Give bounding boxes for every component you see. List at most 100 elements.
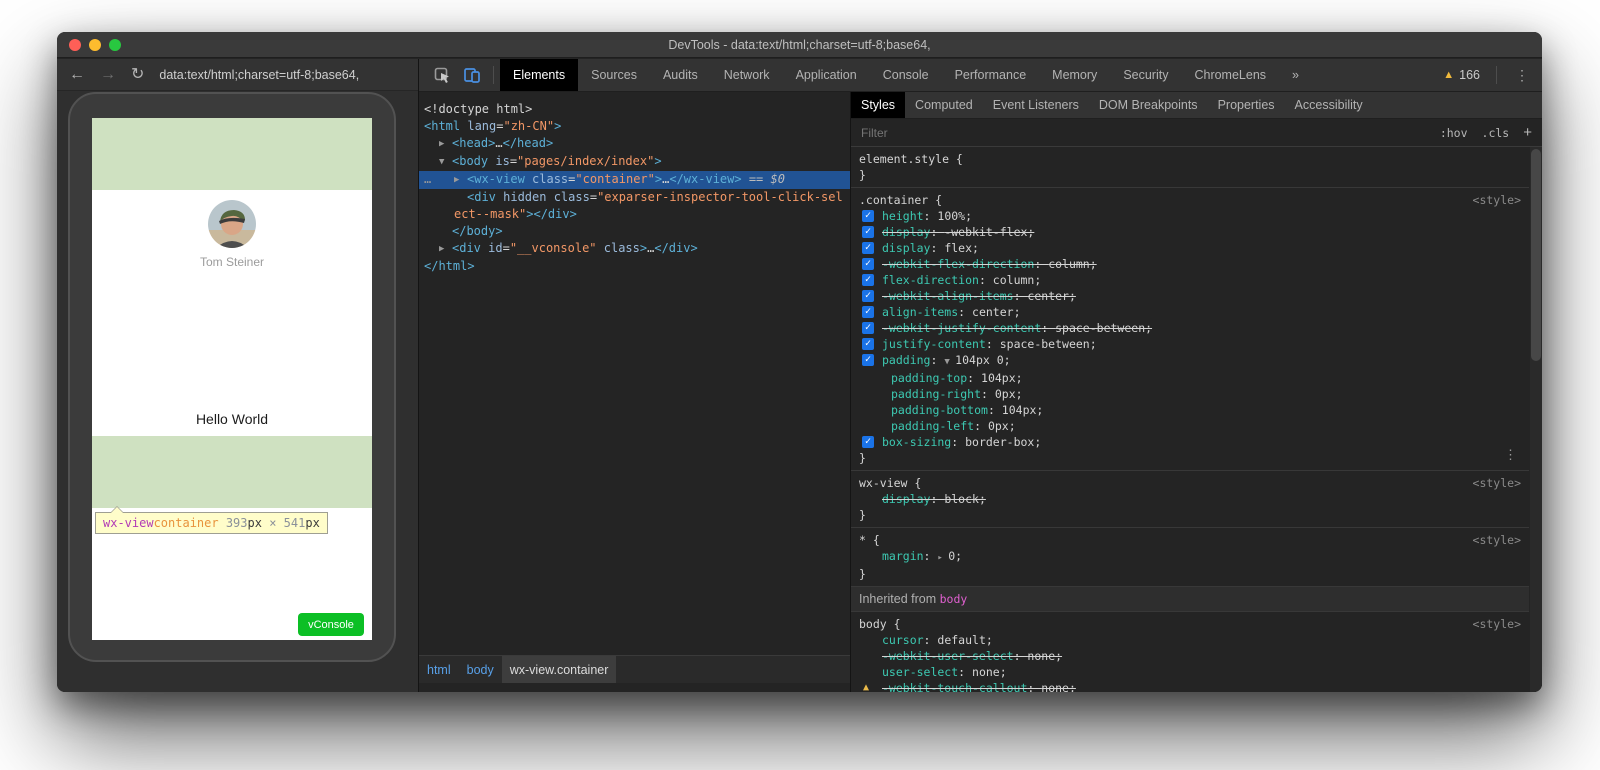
dom-row[interactable]: </html> [419,258,850,275]
tab-security[interactable]: Security [1110,59,1181,91]
css-property[interactable]: -webkit-user-select: none; [859,648,1521,664]
breadcrumb-wx-view-container[interactable]: wx-view.container [502,656,617,683]
expand-arrow-icon[interactable]: ▶ [454,172,467,189]
rule-close-brace: } [859,167,1521,183]
dom-row[interactable]: </body> [419,223,850,240]
warnings-badge[interactable]: ▲ 166 [1433,59,1490,91]
stylesheet-origin-link[interactable]: <style> [1473,616,1521,632]
shorthand-arrow-icon[interactable]: ▸ [937,553,948,563]
tab-[interactable]: » [1279,59,1312,91]
expand-arrow-icon[interactable]: ▶ [439,136,452,153]
scrollbar-thumb[interactable] [1531,149,1541,361]
new-style-rule-button[interactable]: + [1523,124,1532,141]
css-property[interactable]: ✓-webkit-align-items: center; [859,288,1521,304]
dom-row[interactable]: ▶<div id="__vconsole" class>…</div> [419,240,850,258]
dom-row[interactable]: <div hidden class="exparser-inspector-to… [419,189,850,223]
dom-row[interactable]: ▼<body is="pages/index/index"> [419,153,850,171]
sidebar-tab-dom-breakpoints[interactable]: DOM Breakpoints [1089,92,1208,118]
css-property[interactable]: padding-top: 104px; [859,370,1521,386]
tab-chromelens[interactable]: ChromeLens [1181,59,1279,91]
tab-audits[interactable]: Audits [650,59,711,91]
sidebar-tab-accessibility[interactable]: Accessibility [1285,92,1373,118]
devtools-menu-icon[interactable]: ⋮ [1503,59,1542,91]
stylesheet-origin-link[interactable]: <style> [1473,532,1521,548]
dom-row[interactable]: …▶<wx-view class="container">…</wx-view>… [419,171,850,189]
vconsole-button[interactable]: vConsole [298,613,364,636]
property-checkbox[interactable]: ✓ [862,274,874,286]
minimize-button[interactable] [89,39,101,51]
css-property[interactable]: user-select: none; [859,664,1521,680]
css-property[interactable]: ▲-webkit-touch-callout: none; [859,680,1521,692]
dom-row[interactable]: <!doctype html> [419,101,850,118]
css-property[interactable]: ✓display: flex; [859,240,1521,256]
tab-performance[interactable]: Performance [942,59,1040,91]
reload-icon[interactable]: ↻ [131,67,144,83]
rule-selector[interactable]: body { [859,617,901,631]
device-screen[interactable]: Tom Steiner Hello World wx-viewcontainer… [92,118,372,640]
css-property[interactable]: ✓-webkit-justify-content: space-between; [859,320,1521,336]
url-bar[interactable]: data:text/html;charset=utf-8;base64, [159,68,359,82]
property-checkbox[interactable]: ✓ [862,226,874,238]
expand-arrow-icon[interactable]: ▶ [439,241,452,258]
stylesheet-origin-link[interactable]: <style> [1473,192,1521,208]
tab-elements[interactable]: Elements [500,59,578,91]
sidebar-tab-computed[interactable]: Computed [905,92,983,118]
property-name: display [882,241,930,255]
rule-selector[interactable]: element.style { [859,152,963,166]
property-checkbox[interactable]: ✓ [862,436,874,448]
css-property[interactable]: padding-right: 0px; [859,386,1521,402]
css-property[interactable]: ✓flex-direction: column; [859,272,1521,288]
styles-filter-input[interactable]: Filter [861,126,1426,140]
css-property[interactable]: padding-left: 0px; [859,418,1521,434]
sidebar-tab-properties[interactable]: Properties [1208,92,1285,118]
dom-row[interactable]: <html lang="zh-CN"> [419,118,850,135]
tab-memory[interactable]: Memory [1039,59,1110,91]
forward-arrow-icon[interactable]: → [100,67,116,83]
close-button[interactable] [69,39,81,51]
breadcrumb-body[interactable]: body [459,656,502,683]
toggle-cls-button[interactable]: .cls [1482,126,1510,140]
device-toolbar-icon[interactable] [457,59,487,91]
css-property[interactable]: cursor: default; [859,632,1521,648]
rule-selector[interactable]: wx-view { [859,476,921,490]
rule-selector[interactable]: .container { [859,193,942,207]
property-checkbox[interactable]: ✓ [862,354,874,366]
css-property[interactable]: ✓box-sizing: border-box; [859,434,1521,450]
property-checkbox[interactable]: ✓ [862,322,874,334]
code-token: <div [467,190,496,204]
property-checkbox[interactable]: ✓ [862,338,874,350]
css-property[interactable]: display: block; [859,491,1521,507]
zoom-button[interactable] [109,39,121,51]
property-checkbox[interactable]: ✓ [862,306,874,318]
css-property[interactable]: ✓display: -webkit-flex; [859,224,1521,240]
rule-selector[interactable]: * { [859,533,880,547]
css-property[interactable]: ✓padding: ▼ 104px 0; [859,352,1521,370]
tab-sources[interactable]: Sources [578,59,650,91]
back-arrow-icon[interactable]: ← [69,67,85,83]
rule-options-icon[interactable]: ⋮ [1504,448,1517,464]
property-checkbox[interactable]: ✓ [862,210,874,222]
css-property[interactable]: padding-bottom: 104px; [859,402,1521,418]
toggle-hov-button[interactable]: :hov [1440,126,1468,140]
css-property[interactable]: ✓-webkit-flex-direction: column; [859,256,1521,272]
css-property[interactable]: ✓height: 100%; [859,208,1521,224]
property-checkbox[interactable]: ✓ [862,242,874,254]
css-property[interactable]: margin: ▸ 0; [859,548,1521,566]
expand-arrow-icon[interactable]: ▼ [439,154,452,171]
stylesheet-origin-link[interactable]: <style> [1473,475,1521,491]
tab-console[interactable]: Console [870,59,942,91]
inherited-target-link[interactable]: body [940,592,968,606]
scrollbar-track[interactable] [1530,147,1542,692]
property-checkbox[interactable]: ✓ [862,258,874,270]
property-checkbox[interactable]: ✓ [862,290,874,302]
tab-application[interactable]: Application [783,59,870,91]
css-property[interactable]: ✓justify-content: space-between; [859,336,1521,352]
css-property[interactable]: ✓align-items: center; [859,304,1521,320]
tab-network[interactable]: Network [711,59,783,91]
dom-row[interactable]: ▶<head>…</head> [419,135,850,153]
shorthand-arrow-icon[interactable]: ▼ [944,357,955,367]
inspect-element-icon[interactable] [427,59,457,91]
sidebar-tab-styles[interactable]: Styles [851,92,905,118]
breadcrumb-html[interactable]: html [419,656,459,683]
sidebar-tab-event-listeners[interactable]: Event Listeners [983,92,1089,118]
